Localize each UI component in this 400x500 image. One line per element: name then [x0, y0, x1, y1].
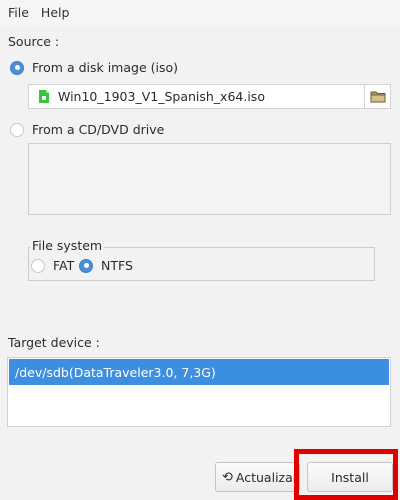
refresh-button[interactable]: ⟲ Actualizar: [215, 462, 300, 492]
disk-image-radio[interactable]: From a disk image (iso): [10, 60, 178, 75]
source-label: Source :: [8, 34, 60, 49]
radio-unchecked-icon: [10, 122, 24, 137]
browse-button[interactable]: [364, 85, 390, 108]
iso-file-icon: [34, 90, 54, 103]
filesystem-title: File system: [30, 238, 105, 253]
target-device-list[interactable]: /dev/sdb(DataTraveler3.0, 7,3G): [7, 357, 391, 427]
radio-checked-icon: [79, 258, 93, 273]
cd-drive-list[interactable]: [28, 143, 391, 215]
menu-bar: File Help: [0, 0, 400, 26]
install-button-label: Install: [331, 469, 369, 485]
fat-label: FAT: [53, 258, 75, 273]
iso-file-picker[interactable]: Win10_1903_V1_Spanish_x64.iso: [28, 84, 391, 109]
radio-checked-icon: [10, 60, 24, 75]
cd-dvd-label: From a CD/DVD drive: [32, 122, 165, 137]
ntfs-label: NTFS: [101, 258, 133, 273]
menu-file[interactable]: File: [0, 0, 36, 26]
install-button[interactable]: Install: [307, 462, 393, 492]
menu-help[interactable]: Help: [36, 0, 77, 26]
ntfs-radio[interactable]: NTFS: [79, 258, 133, 273]
refresh-icon: ⟲: [222, 469, 233, 485]
folder-icon: [370, 91, 385, 103]
iso-file-name: Win10_1903_V1_Spanish_x64.iso: [58, 89, 265, 104]
cd-dvd-radio[interactable]: From a CD/DVD drive: [10, 122, 164, 137]
woeusb-window: File Help Source : From a disk image (is…: [0, 0, 400, 500]
refresh-button-label: Actualizar: [235, 469, 298, 485]
radio-unchecked-icon: [31, 258, 45, 273]
target-device-item[interactable]: /dev/sdb(DataTraveler3.0, 7,3G): [9, 359, 389, 385]
disk-image-label: From a disk image (iso): [32, 60, 179, 75]
target-device-label: Target device :: [8, 335, 100, 350]
fat-radio[interactable]: FAT: [31, 258, 74, 273]
